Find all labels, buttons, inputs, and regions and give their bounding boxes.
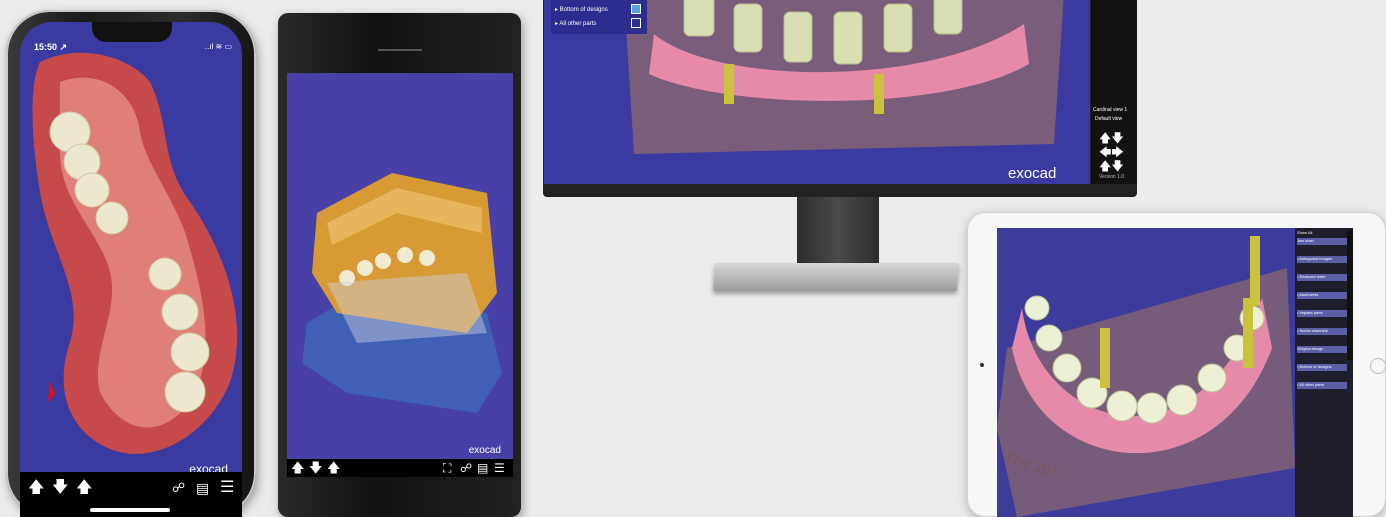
checkbox[interactable] xyxy=(631,18,641,28)
panel-row[interactable]: • Bottom of designs xyxy=(1297,364,1347,371)
arrow-up-icon[interactable]: 🡅 xyxy=(327,460,340,476)
list-icon[interactable]: ▤ xyxy=(196,480,209,496)
visibility-toggle-icon[interactable]: ☍ xyxy=(460,460,472,476)
view-sublabel: Default view xyxy=(1095,116,1123,122)
panel-row[interactable]: • All other parts xyxy=(1297,382,1347,389)
iphone-device: 15:50 ↗ ..ıl ≋ ▭ exocad 🡅 🡇 🡅 ☍ ▤ ☰ xyxy=(6,10,256,517)
monitor-stand xyxy=(797,197,879,267)
menu-icon[interactable]: ☰ xyxy=(220,480,234,496)
monitor-base xyxy=(713,263,959,291)
panel-row[interactable]: • Reduced teeth xyxy=(1297,274,1347,281)
tablet-device: Dec 2017 Show All Jaw scan • Antagonist … xyxy=(967,212,1386,517)
panel-row[interactable]: • Screw channels xyxy=(1297,328,1347,335)
home-button[interactable] xyxy=(1370,358,1386,374)
home-indicator[interactable] xyxy=(90,508,170,512)
list-icon[interactable]: ▤ xyxy=(477,460,488,476)
menu-icon[interactable]: ☰ xyxy=(494,460,505,476)
speaker-grille xyxy=(378,49,422,51)
desktop-monitor: ▸ Bottom of designs ▸ All other parts ex… xyxy=(543,0,1137,197)
front-camera xyxy=(980,363,984,367)
panel-row[interactable]: Gingiva design xyxy=(1297,346,1347,353)
panel-row[interactable]: Jaw scan xyxy=(1297,238,1347,245)
dental-model-3d-view[interactable] xyxy=(287,73,513,459)
tool-strip xyxy=(1347,230,1353,360)
part-visibility-panel: ▸ Bottom of designs ▸ All other parts xyxy=(551,0,647,34)
exocad-logo: exocad xyxy=(468,445,501,456)
panel-row[interactable]: ▸ All other parts xyxy=(555,20,596,27)
android-screen: exocad 🡅 🡇 🡅 ⛶ ☍ ▤ ☰ xyxy=(287,73,513,477)
dental-scan-3d-view[interactable] xyxy=(20,22,242,517)
arrow-down-icon[interactable]: 🡇 xyxy=(52,480,68,496)
panel-row[interactable]: ▸ Bottom of designs xyxy=(555,6,608,13)
view-label: Cardinal view 1 xyxy=(1093,107,1128,113)
panel-row[interactable]: • Antagonist images xyxy=(1297,256,1347,263)
arrow-up-down-icon[interactable]: 🡅🡇 xyxy=(1099,158,1124,174)
exocad-logo: exocad xyxy=(1008,165,1057,182)
status-time: 15:50 ↗ xyxy=(34,42,68,52)
panel-row[interactable]: • Abutments xyxy=(1297,292,1347,299)
bottom-toolbar: 🡅 🡇 🡅 ⛶ ☍ ▤ ☰ xyxy=(287,459,513,477)
arrow-up-icon[interactable]: 🡅 xyxy=(76,480,92,496)
status-indicators: ..ıl ≋ ▭ xyxy=(204,42,232,51)
arrow-up-icon[interactable]: 🡅 xyxy=(291,460,304,476)
fullscreen-icon[interactable]: ⛶ xyxy=(443,460,451,476)
version-text: Version 1.0 xyxy=(1099,174,1125,180)
arrow-down-icon[interactable]: 🡇 xyxy=(309,460,322,476)
part-visibility-panel: Show All Jaw scan • Antagonist images • … xyxy=(1295,228,1353,517)
panel-title: Show All xyxy=(1297,230,1313,235)
view-sidebar: Cardinal view 1 Default view 🡅🡇 🡄🡆 🡅🡇 Ve… xyxy=(1091,0,1137,184)
tablet-screen: Dec 2017 Show All Jaw scan • Antagonist … xyxy=(997,228,1353,517)
monitor-screen: ▸ Bottom of designs ▸ All other parts ex… xyxy=(544,0,1090,184)
arrow-up-icon[interactable]: 🡅 xyxy=(28,480,44,496)
iphone-screen: 15:50 ↗ ..ıl ≋ ▭ exocad 🡅 🡇 🡅 ☍ ▤ ☰ xyxy=(20,22,242,517)
visibility-toggle-icon[interactable]: ☍ xyxy=(172,480,185,496)
checkbox[interactable] xyxy=(631,4,641,14)
iphone-notch xyxy=(92,22,172,42)
panel-row[interactable]: • Implant parts xyxy=(1297,310,1347,317)
android-device: exocad 🡅 🡇 🡅 ⛶ ☍ ▤ ☰ xyxy=(278,13,521,517)
